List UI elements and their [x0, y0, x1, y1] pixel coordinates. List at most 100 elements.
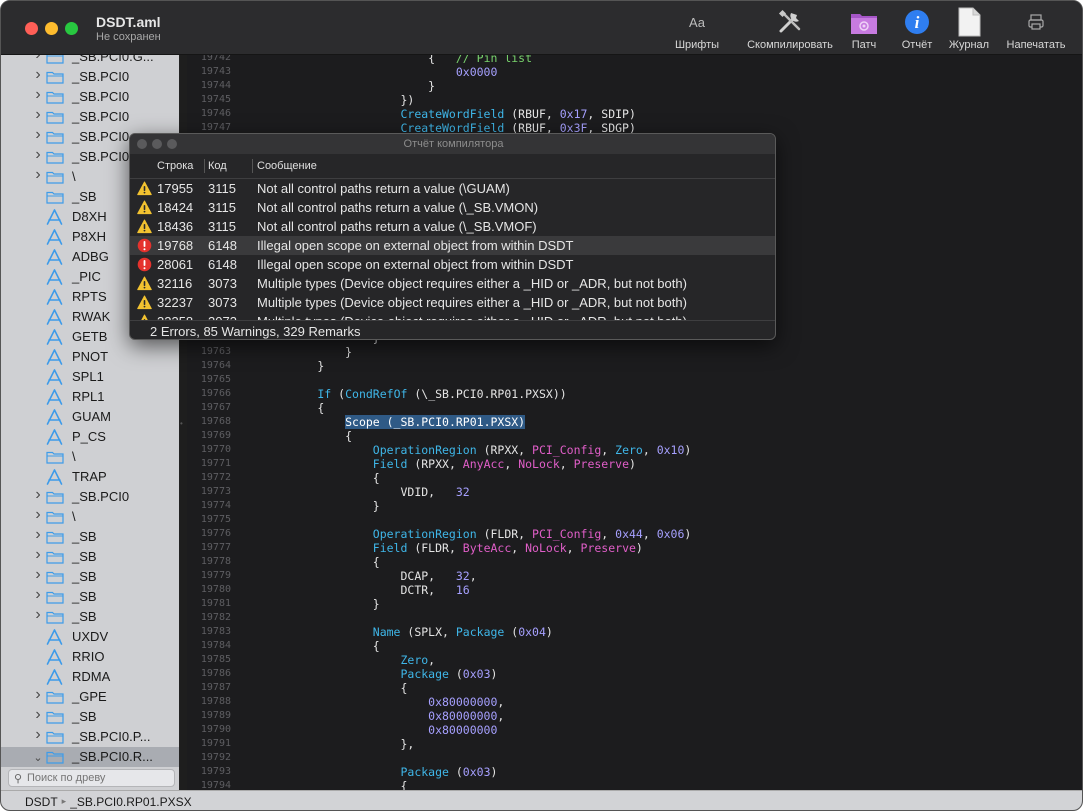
tree-item[interactable]: ⌄ _SB.PCI0.R...	[1, 747, 179, 767]
tree-item[interactable]: › _SB	[1, 706, 179, 727]
tree-item-label: TRAP	[72, 469, 107, 484]
tree-item[interactable]: PNOT	[1, 347, 179, 367]
code-token: 0x04	[518, 625, 546, 639]
print-button[interactable]: Напечатать	[1001, 7, 1071, 53]
chevron-right-icon[interactable]: ›	[33, 126, 43, 144]
close-window-button[interactable]	[25, 22, 38, 35]
code-token: 16	[455, 583, 470, 597]
chevron-right-icon[interactable]: ›	[33, 506, 43, 524]
code-token: ,	[601, 443, 616, 457]
column-header-code[interactable]: Код	[208, 155, 227, 177]
panel-minimize-button[interactable]	[152, 139, 162, 149]
chevron-right-icon[interactable]: ›	[33, 86, 43, 104]
warning-row[interactable]: 18424 3115 Not all control paths return a …	[130, 198, 775, 217]
zoom-window-button[interactable]	[65, 22, 78, 35]
tree-item[interactable]: › _SB	[1, 586, 179, 607]
chevron-right-icon[interactable]: ›	[33, 486, 43, 504]
folder-icon	[46, 611, 64, 624]
warning-row[interactable]: 32116 3073 Multiple types (Device object r…	[130, 274, 775, 293]
tree-item[interactable]: SPL1	[1, 367, 179, 387]
tree-item[interactable]: › _SB	[1, 526, 179, 547]
code-line: 19766 If (CondRefOf (\_SB.PCI0.RP01.PXSX…	[187, 387, 1082, 401]
path-segment-scope[interactable]: _SB.PCI0.RP01.PXSX	[70, 795, 191, 809]
method-icon	[46, 349, 63, 365]
tree-item[interactable]: › _SB.PCI0	[1, 86, 179, 107]
tree-search-field[interactable]: ⚲	[8, 769, 175, 787]
tree-item[interactable]: › _SB	[1, 606, 179, 627]
code-line: 19778 {	[187, 555, 1082, 569]
chevron-right-icon[interactable]: ›	[33, 686, 43, 704]
warning-row[interactable]: 32237 3073 Multiple types (Device object r…	[130, 293, 775, 312]
tree-item[interactable]: P_CS	[1, 427, 179, 447]
chevron-right-icon[interactable]: ›	[33, 586, 43, 604]
warning-row[interactable]: 323583073Multiple types (Device object r…	[130, 312, 775, 320]
folder-icon	[46, 91, 64, 104]
chevron-right-icon[interactable]: ›	[33, 66, 43, 84]
warning-icon	[137, 181, 152, 196]
error-row[interactable]: 19768 6148 Illegal open scope on external …	[130, 236, 775, 255]
message-text: Multiple types (Device object requires e…	[257, 276, 687, 291]
report-button[interactable]: i Отчёт	[897, 7, 937, 53]
chevron-right-icon[interactable]: ›	[33, 606, 43, 624]
warning-row[interactable]: 17955 3115 Not all control paths return a …	[130, 179, 775, 198]
patch-button[interactable]: Патч	[848, 7, 880, 53]
panel-close-button[interactable]	[137, 139, 147, 149]
tree-item[interactable]: › _SB	[1, 566, 179, 587]
column-header-line[interactable]: Строка	[157, 155, 193, 177]
line-number: 19780	[200, 584, 231, 595]
tree-item[interactable]: › _SB.PCI0.P...	[1, 726, 179, 747]
code-token: ,	[504, 457, 519, 471]
chevron-right-icon[interactable]: ›	[33, 546, 43, 564]
message-line-number: 28061	[157, 257, 194, 272]
compile-button[interactable]: Скомпилировать	[743, 7, 837, 53]
tree-item[interactable]: › _SB.PCI0	[1, 106, 179, 127]
panel-zoom-button[interactable]	[167, 139, 177, 149]
folder-icon	[46, 111, 64, 124]
journal-button[interactable]: Журнал	[945, 7, 993, 53]
folder-icon	[46, 591, 64, 604]
code-line: 19779 DCAP, 32,	[187, 569, 1082, 583]
tree-item[interactable]: GUAM	[1, 407, 179, 427]
chevron-right-icon[interactable]: ›	[33, 706, 43, 724]
code-token: 0x10	[656, 443, 685, 457]
chevron-right-icon[interactable]: ›	[33, 566, 43, 584]
chevron-right-icon[interactable]: ›	[33, 526, 43, 544]
tree-item[interactable]: RPL1	[1, 387, 179, 407]
column-header-message[interactable]: Сообщение	[257, 155, 317, 177]
folder-icon	[46, 151, 64, 164]
tree-item[interactable]: › _GPE	[1, 686, 179, 707]
error-row[interactable]: 28061 6148 Illegal open scope on external …	[130, 255, 775, 274]
code-token: (FLDR,	[476, 527, 533, 541]
warning-row[interactable]: 18436 3115 Not all control paths return a …	[130, 217, 775, 236]
tree-item[interactable]: › _SB	[1, 546, 179, 567]
tree-item[interactable]: › _SB.PCI0.G...	[1, 55, 179, 67]
tree-item[interactable]: \	[1, 447, 179, 467]
message-text: Multiple types (Device object requires e…	[257, 295, 687, 310]
chevron-right-icon[interactable]: ›	[33, 55, 43, 64]
tree-item[interactable]: › _SB.PCI0	[1, 486, 179, 507]
minimize-window-button[interactable]	[45, 22, 58, 35]
tree-item[interactable]: RDMA	[1, 667, 179, 687]
tree-item[interactable]: › \	[1, 506, 179, 527]
code-token: }	[262, 499, 380, 513]
tree-search-input[interactable]	[27, 772, 167, 784]
code-token: Zero	[262, 653, 429, 667]
tree-item[interactable]: TRAP	[1, 467, 179, 487]
split-view-handle[interactable]: •	[180, 419, 184, 428]
code-token: (	[448, 765, 463, 779]
printer-icon	[1027, 7, 1045, 37]
tree-item[interactable]: › _SB.PCI0	[1, 66, 179, 87]
tree-item[interactable]: RRIO	[1, 647, 179, 667]
code-token: VDID,	[262, 485, 456, 499]
tree-item[interactable]: UXDV	[1, 627, 179, 647]
chevron-right-icon[interactable]: ›	[33, 106, 43, 124]
chevron-right-icon[interactable]: ›	[33, 166, 43, 184]
fonts-button[interactable]: Aa Шрифты	[673, 7, 721, 53]
message-list[interactable]: 17955 3115 Not all control paths return a …	[130, 179, 775, 320]
path-segment-root[interactable]: DSDT	[25, 795, 58, 809]
chevron-right-icon[interactable]: ›	[33, 726, 43, 744]
chevron-down-icon[interactable]: ⌄	[33, 751, 43, 764]
panel-title-bar[interactable]: Отчёт компилятора	[130, 134, 775, 154]
chevron-right-icon[interactable]: ›	[33, 146, 43, 164]
tree-item-label: GETB	[72, 329, 108, 344]
